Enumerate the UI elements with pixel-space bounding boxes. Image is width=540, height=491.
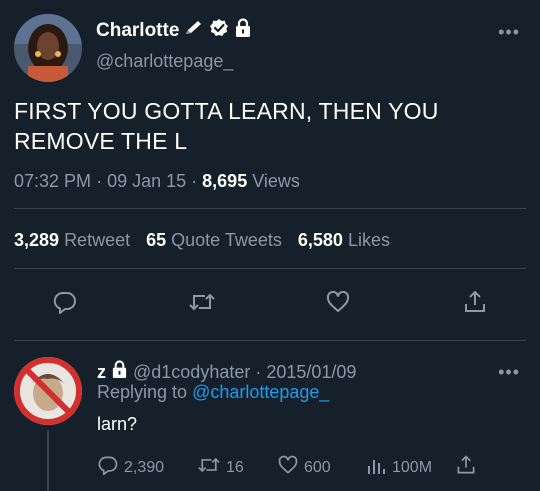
reply-likes-count: 600 [304,458,331,476]
author-name[interactable]: Charlotte [96,20,179,42]
tweet-text: FIRST YOU GOTTA LEARN, THEN YOU REMOVE T… [14,98,439,154]
reply-author-handle[interactable]: @d1codyhater [133,362,250,383]
divider [14,340,526,341]
reply-date[interactable]: 2015/01/09 [266,362,356,383]
divider [14,268,526,269]
retweets-count: 3,289 [14,230,60,250]
author-handle[interactable]: @charlottepage_ [96,51,233,72]
retweet-icon[interactable] [187,287,217,317]
separator-dot: · [255,361,262,382]
likes-stat[interactable]: 6,580 Likes [298,230,390,251]
more-icon[interactable]: ••• [498,362,520,383]
quotes-stat[interactable]: 65 Quote Tweets [146,230,282,251]
views-count: 8,695 [202,171,248,191]
reply-text: larn? [97,414,138,434]
lock-icon [111,360,128,384]
retweets-stat[interactable]: 3,289 Retweet [14,230,130,251]
views-icon [365,454,387,481]
like-icon[interactable] [323,287,353,317]
author-name-row: Charlotte [96,18,252,44]
reply-replies-count: 2,390 [124,458,165,476]
replying-handle-link[interactable]: @charlottepage_ [192,382,329,402]
reply-avatar[interactable] [12,355,84,427]
likes-label: Likes [347,230,390,250]
pencil-icon [184,19,204,43]
divider [14,208,526,209]
reply-share-button[interactable] [455,454,477,481]
retweets-label: Retweet [64,230,131,250]
tweet-stats: 3,289 Retweet 65 Quote Tweets 6,580 Like… [14,230,390,251]
share-icon[interactable] [460,287,490,317]
reply-like-button[interactable]: 600 [277,454,365,481]
tweet-meta: 07:32 PM · 09 Jan 15 · 8,695 Views [14,171,300,191]
reply-icon [97,454,119,481]
reply-views-count: 100M [392,458,433,476]
reply-reply-button[interactable]: 2,390 [97,454,197,481]
reply-retweet-button[interactable]: 16 [197,454,277,481]
retweet-icon [197,454,221,481]
replying-to: Replying to @charlottepage_ [97,382,329,403]
quotes-label: Quote Tweets [171,230,282,250]
views-label: Views [252,171,300,191]
reply-views-button[interactable]: 100M [365,454,455,481]
verified-badge-icon [209,18,229,44]
more-icon[interactable]: ••• [498,22,520,43]
like-icon [277,454,299,481]
thread-line [47,430,49,491]
likes-count: 6,580 [297,230,343,250]
quotes-count: 65 [146,230,167,250]
reply-actions: 2,390 16 600 100M [97,454,477,481]
reply-retweets-count: 16 [226,458,244,476]
reply-icon[interactable] [50,287,80,317]
tweet-actions [14,287,526,317]
tweet-date[interactable]: 09 Jan 15 [107,171,186,191]
lock-icon [234,18,252,44]
replying-prefix: Replying to [97,382,188,402]
reply-header: z @d1codyhater · 2015/01/09 [97,360,356,384]
reply-author-name[interactable]: z [97,362,106,383]
share-icon [455,454,477,481]
avatar[interactable] [14,14,82,82]
tweet-time[interactable]: 07:32 PM [14,171,91,191]
